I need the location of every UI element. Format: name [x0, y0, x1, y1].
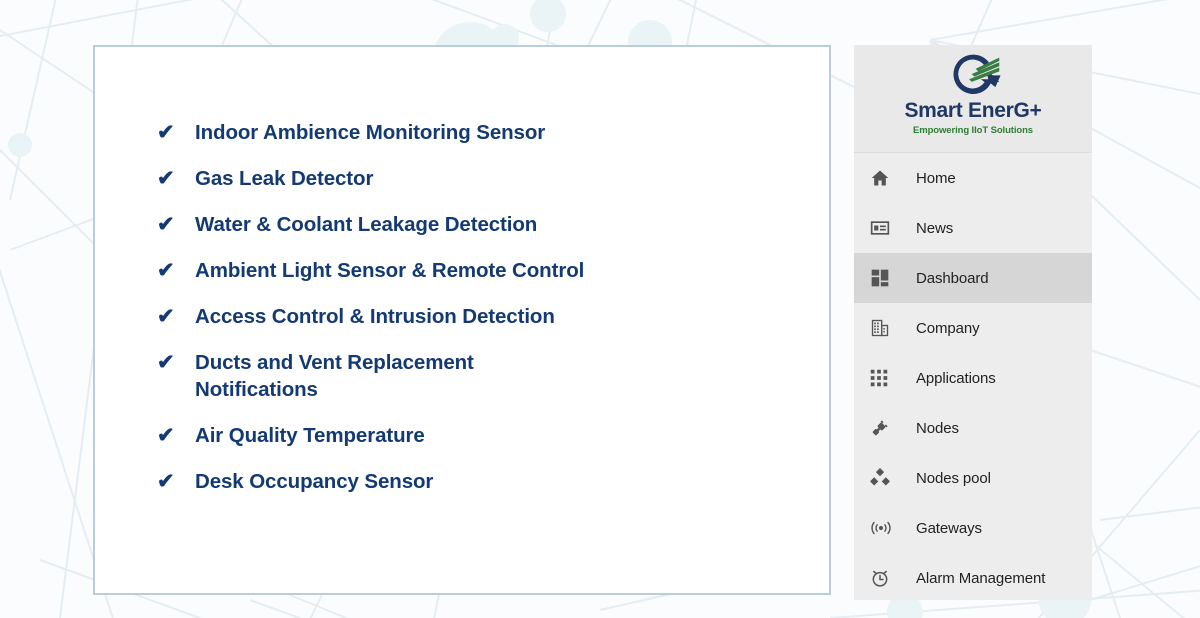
sidebar-item-label: Alarm Management	[916, 569, 1046, 587]
list-item: ✔ Indoor Ambience Monitoring Sensor	[157, 119, 777, 146]
feature-label: Ambient Light Sensor & Remote Control	[195, 259, 585, 282]
news-icon	[870, 218, 904, 238]
sidebar-item-label: News	[916, 219, 954, 237]
check-icon: ✔	[157, 470, 175, 493]
sidebar-item-label: Nodes	[916, 419, 959, 437]
sidebar-item-news[interactable]: News	[854, 203, 1092, 253]
sidebar-item-home[interactable]: Home	[854, 153, 1092, 203]
feature-label: Gas Leak Detector	[195, 167, 374, 190]
sidebar: Smart EnerG+ Empowering IIoT Solutions H…	[854, 45, 1092, 600]
brand-name: Smart EnerG+	[904, 99, 1042, 122]
feature-label: Air Quality Temperature	[195, 424, 425, 447]
sidebar-item-label: Gateways	[916, 519, 982, 537]
sidebar-item-dashboard[interactable]: Dashboard	[854, 253, 1092, 303]
feature-label: Ducts and Vent Replacement Notifications	[195, 351, 474, 401]
feature-label: Water & Coolant Leakage Detection	[195, 213, 538, 236]
smart-energ-logo-icon	[953, 54, 1001, 95]
list-item: ✔ Access Control & Intrusion Detection	[157, 303, 777, 330]
sidebar-item-nodes-pool[interactable]: Nodes pool	[854, 453, 1092, 503]
sidebar-item-applications[interactable]: Applications	[854, 353, 1092, 403]
sidebar-item-label: Nodes pool	[916, 469, 991, 487]
home-icon	[870, 168, 904, 188]
check-icon: ✔	[157, 167, 175, 190]
list-item: ✔ Ducts and Vent Replacement Notificatio…	[157, 349, 777, 403]
list-item: ✔ Ambient Light Sensor & Remote Control	[157, 257, 777, 284]
apps-grid-icon	[870, 369, 904, 387]
sidebar-item-label: Applications	[916, 369, 996, 387]
check-icon: ✔	[157, 424, 175, 447]
check-icon: ✔	[157, 213, 175, 236]
sidebar-item-label: Dashboard	[916, 269, 989, 287]
sidebar-item-gateways[interactable]: Gateways	[854, 503, 1092, 553]
dashboard-icon	[870, 268, 904, 288]
check-icon: ✔	[157, 259, 175, 282]
sidebar-item-label: Company	[916, 319, 980, 337]
sidebar-item-alarm-management[interactable]: Alarm Management	[854, 553, 1092, 600]
feature-label: Access Control & Intrusion Detection	[195, 305, 555, 328]
company-icon	[870, 318, 904, 338]
sidebar-item-label: Home	[916, 169, 956, 187]
brand-logo[interactable]: Smart EnerG+ Empowering IIoT Solutions	[854, 45, 1092, 153]
list-item: ✔ Gas Leak Detector	[157, 165, 777, 192]
feature-card: ✔ Indoor Ambience Monitoring Sensor ✔ Ga…	[93, 45, 831, 595]
feature-label: Desk Occupancy Sensor	[195, 470, 434, 493]
sidebar-item-company[interactable]: Company	[854, 303, 1092, 353]
check-icon: ✔	[157, 305, 175, 328]
list-item: ✔ Water & Coolant Leakage Detection	[157, 211, 777, 238]
diamonds-icon	[870, 468, 904, 488]
brand-tagline: Empowering IIoT Solutions	[913, 125, 1033, 136]
alarm-clock-icon	[870, 568, 904, 588]
list-item: ✔ Desk Occupancy Sensor	[157, 468, 777, 495]
feature-list: ✔ Indoor Ambience Monitoring Sensor ✔ Ga…	[157, 119, 777, 514]
sidebar-item-nodes[interactable]: Nodes	[854, 403, 1092, 453]
feature-label: Indoor Ambience Monitoring Sensor	[195, 121, 546, 144]
check-icon: ✔	[157, 121, 175, 144]
broadcast-icon	[870, 518, 904, 538]
list-item: ✔ Air Quality Temperature	[157, 422, 777, 449]
check-icon: ✔	[157, 351, 175, 374]
plug-icon	[870, 418, 904, 438]
